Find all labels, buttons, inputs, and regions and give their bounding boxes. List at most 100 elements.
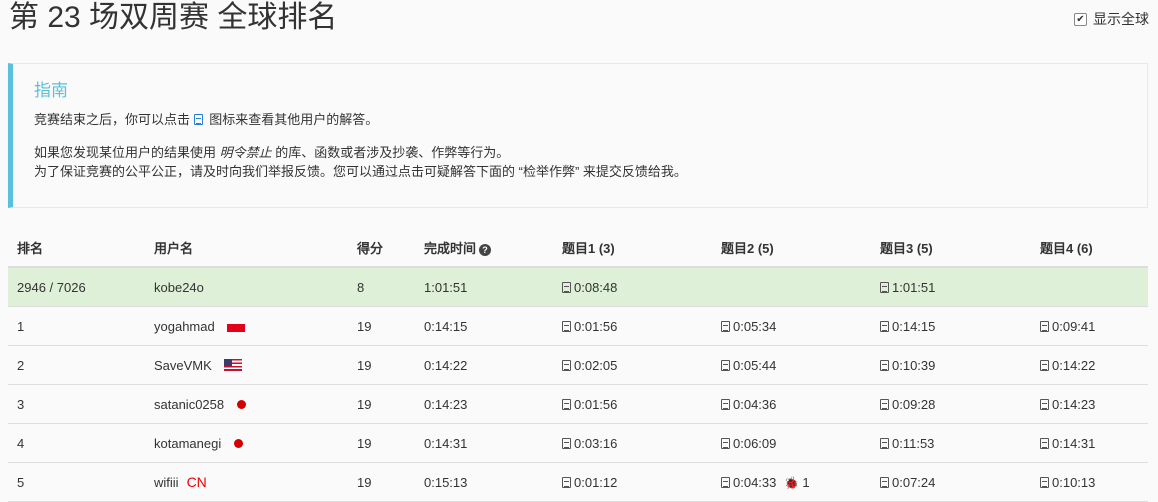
q3-cell: 0:10:39 <box>871 345 1031 385</box>
q1-cell: 0:01:56 <box>553 306 712 346</box>
score-cell: 19 <box>348 345 415 385</box>
q2-cell <box>712 267 871 307</box>
page-title: 第 23 场双周赛 全球排名 <box>9 1 338 34</box>
finish-time-cell: 0:14:23 <box>415 384 553 424</box>
header-finish-time: 完成时间? <box>415 228 553 268</box>
q2-time: 0:04:36 <box>733 396 777 412</box>
finish-time-cell: 0:14:31 <box>415 423 553 463</box>
q2-time: 0:05:44 <box>733 357 777 373</box>
q2-cell: 0:06:09 <box>712 423 871 463</box>
username-link[interactable]: satanic0258 <box>154 397 224 412</box>
table-row: 2946 / 7026 kobe24o 8 1:01:51 0:08:48 1:01:51 <box>8 267 1148 307</box>
bug-count: 1 <box>802 474 810 490</box>
q3-cell: 0:11:53 <box>871 423 1031 463</box>
question-circle-icon[interactable]: ? <box>479 243 492 256</box>
q3-time: 0:14:15 <box>892 318 936 334</box>
q3-cell: 0:14:15 <box>871 306 1031 346</box>
header-q4: 题目4 (6) <box>1031 228 1148 268</box>
file-code-icon[interactable] <box>1040 359 1049 371</box>
flag-us-icon <box>223 358 242 371</box>
q4-time: 0:09:41 <box>1052 318 1096 334</box>
file-code-icon[interactable] <box>562 437 571 449</box>
show-all-toggle[interactable]: ✔ 显示全球 <box>1074 9 1149 29</box>
file-code-icon[interactable] <box>562 359 571 371</box>
user-cell: wifiii CN <box>145 462 348 502</box>
file-code-icon[interactable] <box>562 281 571 293</box>
q1-time: 0:03:16 <box>574 435 618 451</box>
header-q1: 题目1 (3) <box>553 228 712 268</box>
ranking-table: 排名 用户名 得分 完成时间? 题目1 (3) 题目2 (5) 题目3 (5) … <box>8 228 1148 502</box>
file-code-icon[interactable] <box>562 320 571 332</box>
q1-cell: 0:01:12 <box>553 462 712 502</box>
q4-time: 0:14:31 <box>1052 435 1096 451</box>
file-code-icon[interactable] <box>1040 398 1049 410</box>
q1-cell: 0:02:05 <box>553 345 712 385</box>
q4-cell: 0:09:41 <box>1031 306 1148 346</box>
rank-cell: 1 <box>8 306 145 346</box>
guide-forbidden-link[interactable]: 明令禁止 <box>220 145 272 160</box>
file-code-icon[interactable] <box>880 437 889 449</box>
username-link[interactable]: yogahmad <box>154 319 215 334</box>
q3-time: 0:10:39 <box>892 357 936 373</box>
q4-time: 0:14:22 <box>1052 357 1096 373</box>
q3-time: 0:11:53 <box>892 435 935 451</box>
file-code-icon[interactable] <box>1040 320 1049 332</box>
show-all-label: 显示全球 <box>1093 11 1149 27</box>
username-link[interactable]: wifiii <box>154 475 179 490</box>
file-code-icon[interactable] <box>880 320 889 332</box>
username-link[interactable]: SaveVMK <box>154 358 212 373</box>
score-cell: 19 <box>348 384 415 424</box>
finish-time-cell: 0:14:15 <box>415 306 553 346</box>
show-all-checkbox[interactable]: ✔ <box>1074 12 1087 26</box>
flag-jp-icon <box>234 438 244 448</box>
rank-cell: 4 <box>8 423 145 463</box>
q1-cell: 0:01:56 <box>553 384 712 424</box>
guide-line-2-before: 如果您发现某位用户的结果使用 <box>34 145 217 160</box>
table-row: 3 satanic0258 19 0:14:23 0:01:56 0:04:36 0:09:… <box>8 384 1148 424</box>
file-code-icon[interactable] <box>1040 437 1049 449</box>
file-code-icon[interactable] <box>880 281 889 293</box>
q1-time: 0:01:12 <box>574 474 618 490</box>
file-code-icon[interactable] <box>562 398 571 410</box>
q2-time: 0:04:33 <box>733 474 777 490</box>
guide-title: 指南 <box>34 81 68 100</box>
file-code-icon[interactable] <box>1040 476 1049 488</box>
file-code-icon[interactable] <box>880 359 889 371</box>
user-cell: kobe24o <box>145 267 348 307</box>
finish-time-cell: 1:01:51 <box>415 267 553 307</box>
file-code-icon[interactable] <box>721 476 730 488</box>
q2-cell: 0:04:33 🐞 1 <box>712 462 871 502</box>
header-user: 用户名 <box>145 228 348 268</box>
q4-cell: 0:14:31 <box>1031 423 1148 463</box>
rank-cell: 3 <box>8 384 145 424</box>
file-code-icon[interactable] <box>880 476 889 488</box>
guide-line-3: 为了保证竞赛的公平公正，请及时向我们举报反馈。您可以通过点击可疑解答下面的 “检… <box>34 164 687 179</box>
q1-time: 0:02:05 <box>574 357 618 373</box>
q4-time: 0:10:13 <box>1052 474 1096 490</box>
guide-line-1-after: 图标来查看其他用户的解答。 <box>209 112 379 127</box>
score-cell: 19 <box>348 423 415 463</box>
file-code-icon[interactable] <box>880 398 889 410</box>
username-link[interactable]: kobe24o <box>154 280 204 295</box>
file-code-icon[interactable] <box>721 398 730 410</box>
table-row: 1 yogahmad 19 0:14:15 0:01:56 0:05:34 0:14:15 0… <box>8 306 1148 346</box>
file-code-icon[interactable] <box>721 359 730 371</box>
file-code-icon[interactable] <box>562 476 571 488</box>
q1-cell: 0:03:16 <box>553 423 712 463</box>
user-cell: yogahmad <box>145 306 348 346</box>
file-code-icon[interactable] <box>721 320 730 332</box>
score-cell: 19 <box>348 462 415 502</box>
rank-cell: 2 <box>8 345 145 385</box>
q3-time: 1:01:51 <box>892 279 936 295</box>
flag-id-icon <box>226 323 245 332</box>
username-link[interactable]: kotamanegi <box>154 436 221 451</box>
q1-time: 0:08:48 <box>574 279 618 295</box>
header-rank: 排名 <box>8 228 145 268</box>
rank-cell: 5 <box>8 462 145 502</box>
q1-time: 0:01:56 <box>574 396 618 412</box>
q3-time: 0:09:28 <box>892 396 936 412</box>
file-code-icon[interactable] <box>721 437 730 449</box>
finish-time-cell: 0:15:13 <box>415 462 553 502</box>
q4-time: 0:14:23 <box>1052 396 1096 412</box>
user-cell: SaveVMK <box>145 345 348 385</box>
